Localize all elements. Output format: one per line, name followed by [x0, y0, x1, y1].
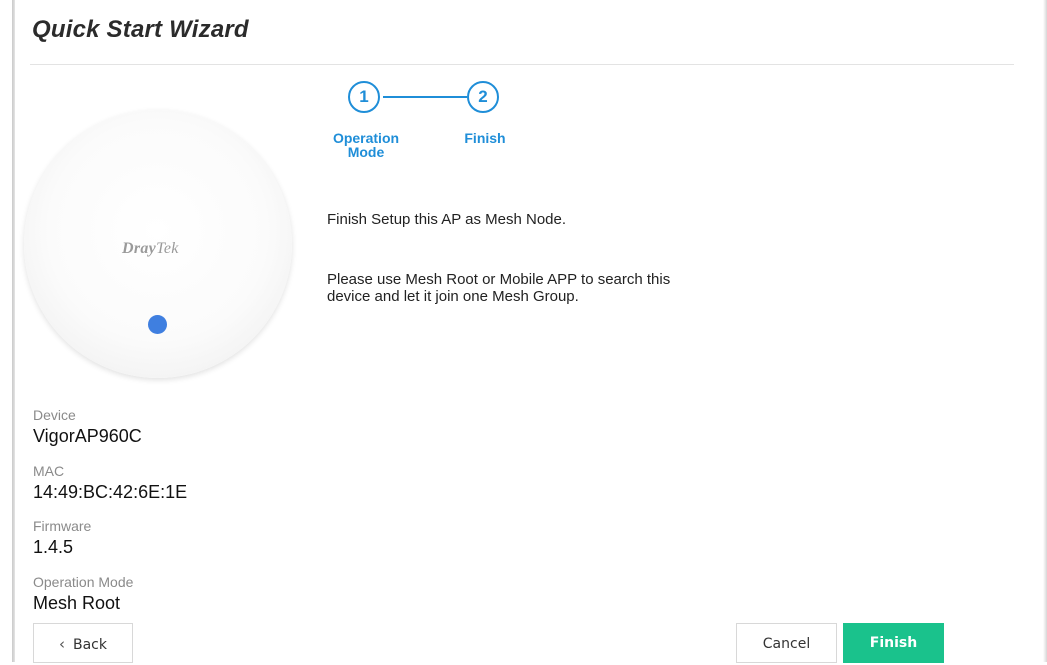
draytek-logo: DrayTek: [122, 240, 179, 258]
page-title: Quick Start Wizard: [32, 16, 249, 43]
step-2-label: Finish: [464, 130, 506, 146]
step-1-label-line1: Operation: [332, 130, 400, 146]
step-1-label: Operation Mode: [318, 131, 414, 159]
mac-value: 14:49:BC:42:6E:1E: [33, 482, 188, 502]
stepper-connector: [383, 96, 467, 98]
right-border: [1043, 0, 1047, 662]
step-1-label-line2: Mode: [347, 144, 385, 160]
firmware-label: Firmware: [33, 518, 92, 534]
logo-part2: Tek: [156, 240, 179, 257]
device-label: Device: [33, 407, 76, 423]
mesh-instruction-line1: Please use Mesh Root or Mobile APP to se…: [327, 271, 671, 288]
logo-part1: Dray: [122, 240, 157, 257]
title-divider: [30, 64, 1014, 65]
finish-message: Finish Setup this AP as Mesh Node.: [327, 211, 567, 228]
step-2-circle: 2: [467, 81, 499, 113]
device-value: VigorAP960C: [33, 426, 142, 446]
device-led-indicator: [148, 315, 167, 334]
mesh-instruction-line2: device and let it join one Mesh Group.: [327, 288, 579, 305]
cancel-button[interactable]: Cancel: [736, 623, 837, 663]
step-1-circle: 1: [348, 81, 380, 113]
firmware-value: 1.4.5: [33, 537, 74, 557]
mac-label: MAC: [33, 463, 65, 479]
left-border: [12, 0, 15, 662]
finish-button[interactable]: Finish: [843, 623, 944, 663]
chevron-left-icon: ‹: [59, 635, 65, 653]
back-button[interactable]: ‹ Back: [33, 623, 133, 663]
operation-mode-label: Operation Mode: [33, 574, 134, 590]
back-button-label: Back: [73, 637, 107, 653]
operation-mode-value: Mesh Root: [33, 593, 121, 613]
